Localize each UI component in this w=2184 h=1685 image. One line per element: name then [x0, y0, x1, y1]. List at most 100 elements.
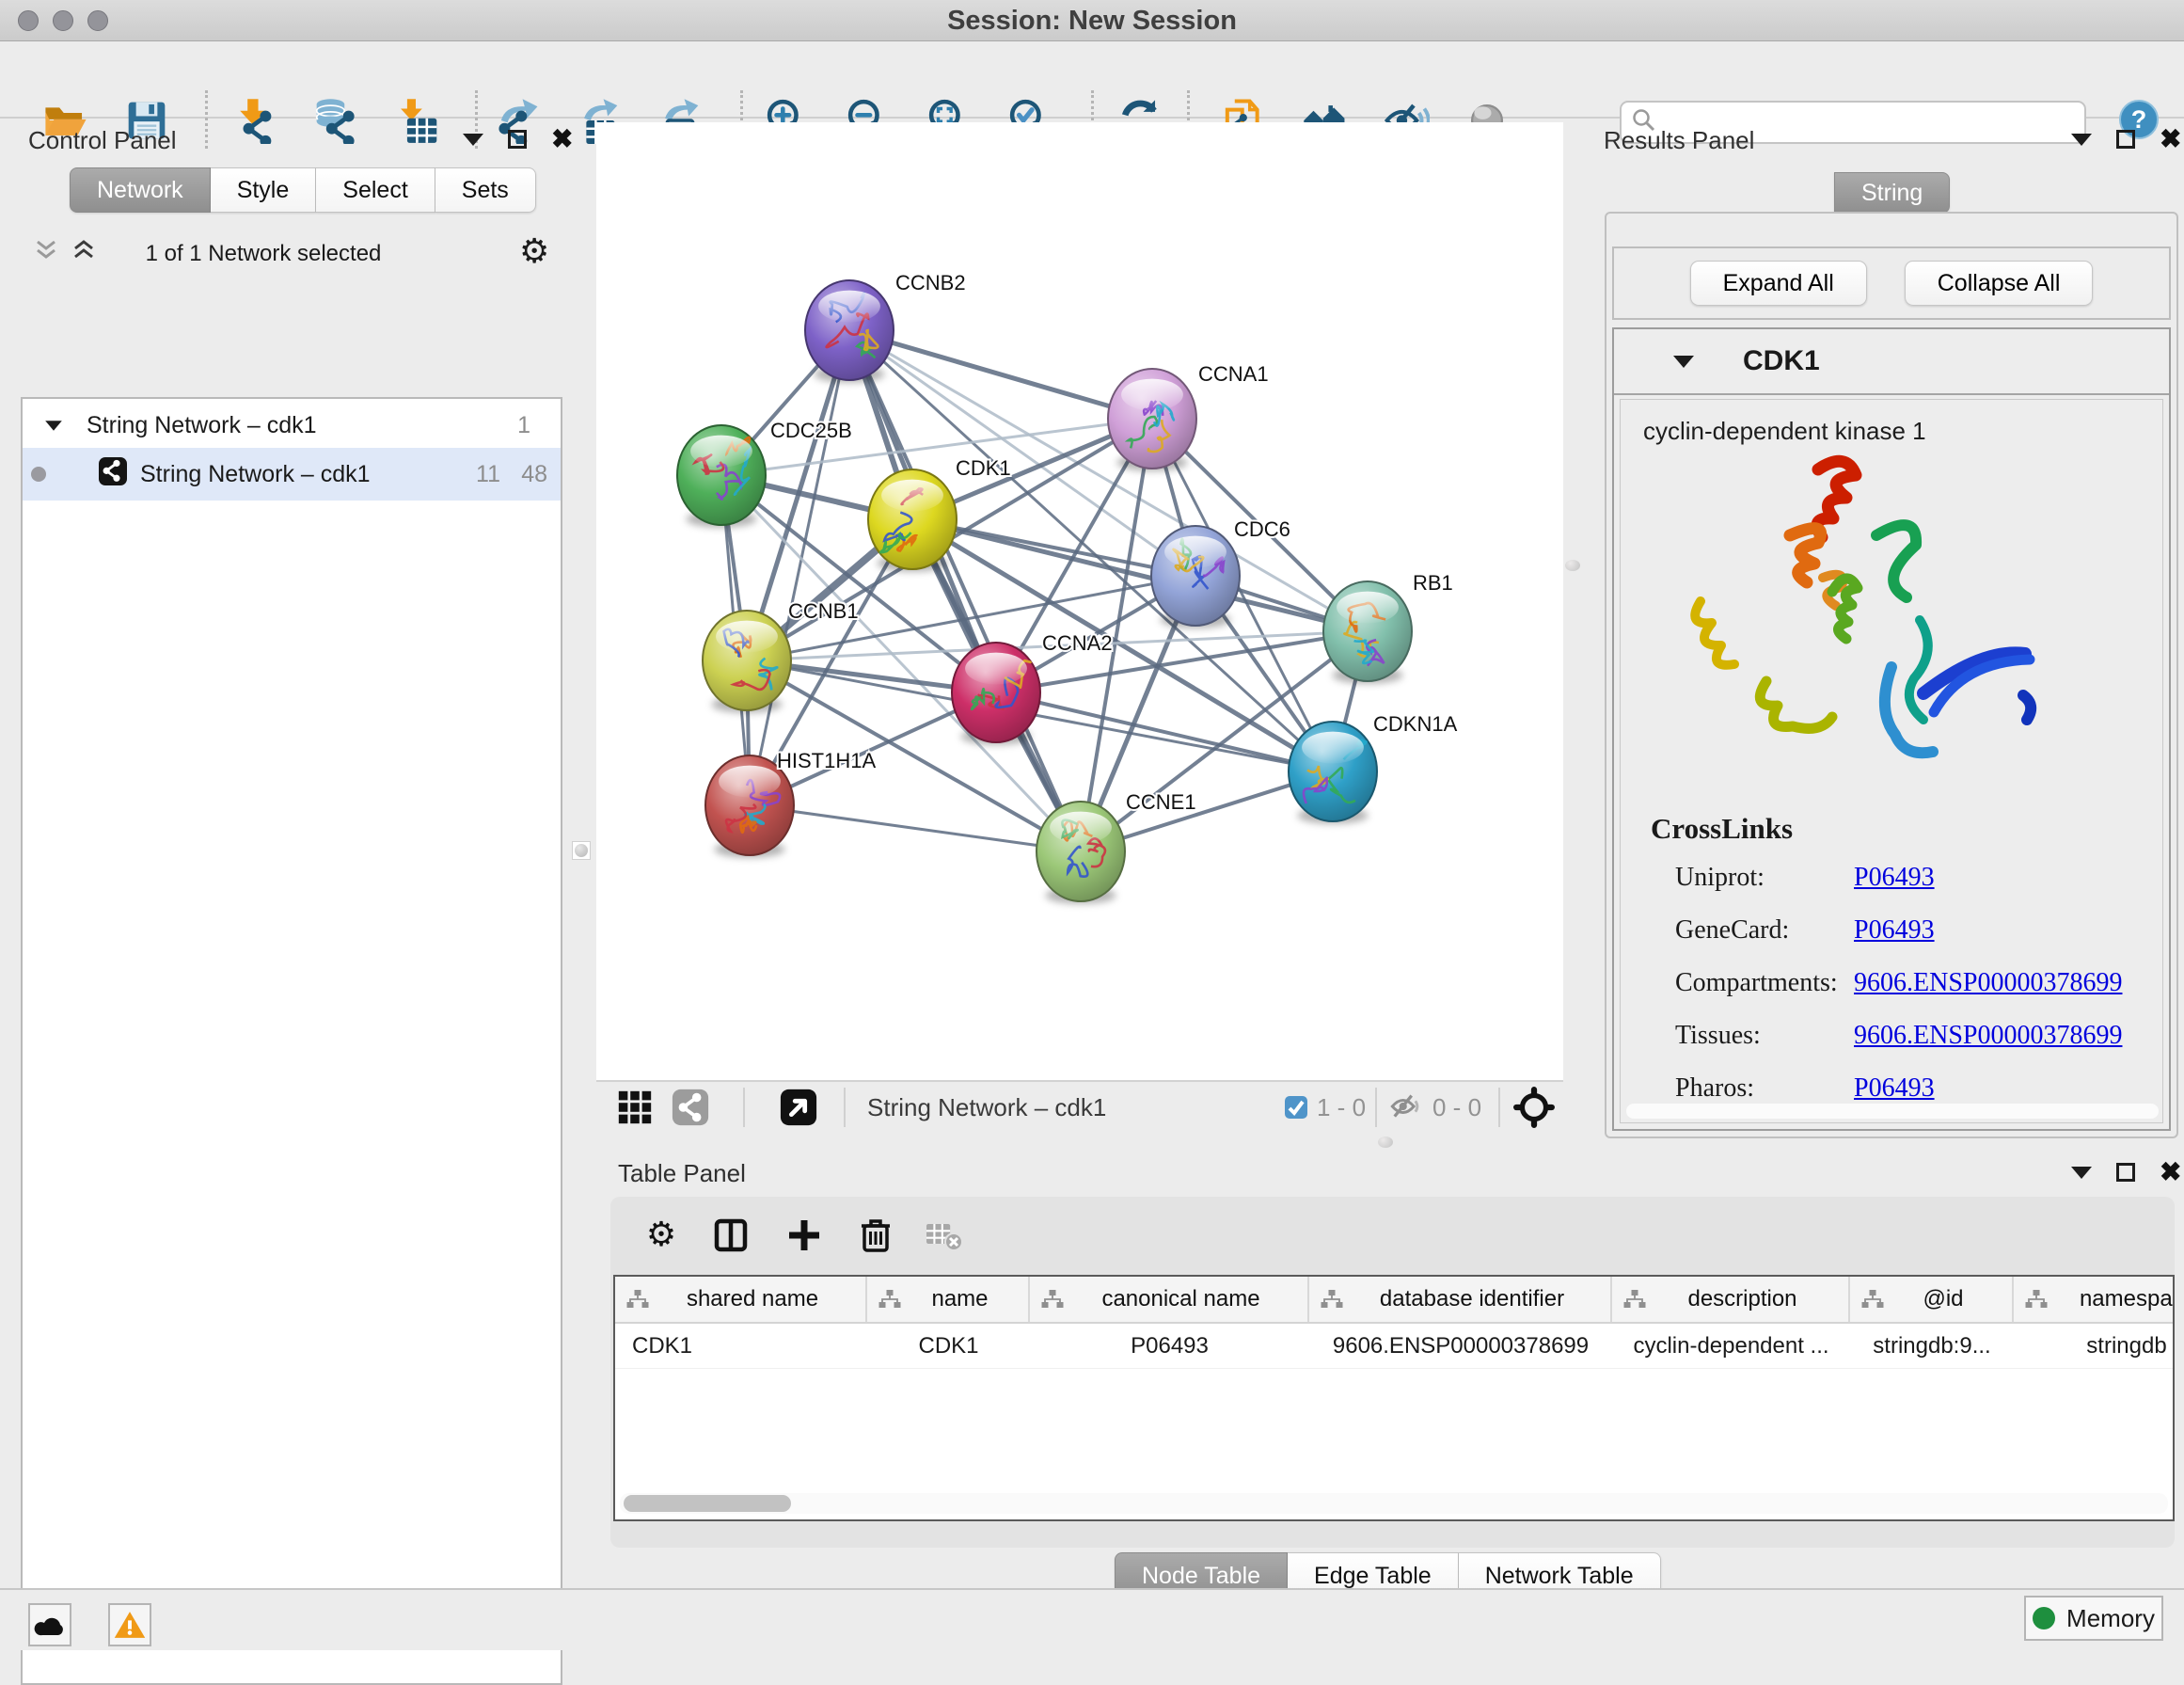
table-hscrollbar-thumb[interactable] — [624, 1495, 791, 1512]
crosslink-value-link[interactable]: 9606.ENSP00000378699 — [1854, 1021, 2122, 1051]
network-edge[interactable] — [849, 330, 1152, 419]
network-view-title: String Network – cdk1 — [867, 1093, 1106, 1122]
table-cell[interactable]: 9606.ENSP00000378699 — [1309, 1324, 1612, 1368]
network-node-CDKN1A[interactable]: CDKN1A — [1289, 712, 1458, 824]
right-splitter-handle[interactable] — [1565, 560, 1580, 571]
cloud-button[interactable] — [28, 1603, 71, 1646]
panel-menu-icon[interactable] — [2071, 134, 2092, 146]
crosslink-value-link[interactable]: P06493 — [1854, 1073, 1935, 1104]
table-cell[interactable]: CDK1 — [867, 1324, 1030, 1368]
network-edge[interactable] — [996, 692, 1333, 771]
crosslink-value-link[interactable]: 9606.ENSP00000378699 — [1854, 968, 2122, 998]
table-gear-icon: ⚙ — [641, 1215, 682, 1259]
network-tree: String Network – cdk1 1 String Network –… — [21, 397, 562, 1685]
gear-icon[interactable]: ⚙ — [519, 231, 549, 271]
svg-text:⚙: ⚙ — [646, 1215, 676, 1253]
panel-float-icon[interactable] — [2116, 1163, 2135, 1182]
tab-style[interactable]: Style — [211, 167, 317, 213]
network-selection-status: 1 of 1 Network selected — [0, 241, 527, 267]
network-node-CCNB2[interactable]: CCNB2 — [805, 271, 966, 383]
network-share-icon[interactable] — [671, 1088, 710, 1132]
column-header-database-identifier[interactable]: database identifier — [1309, 1277, 1612, 1322]
table-cell[interactable]: stringdb — [2014, 1324, 2175, 1368]
split-columns-button[interactable] — [704, 1212, 757, 1261]
network-edge[interactable] — [849, 330, 1081, 851]
table-hscrollbar[interactable] — [620, 1493, 2168, 1514]
crosslink-row: Compartments: 9606.ENSP00000378699 — [1675, 968, 2145, 998]
network-node-HIST1H1A[interactable]: HIST1H1A — [705, 749, 876, 858]
column-header-description[interactable]: description — [1612, 1277, 1850, 1322]
tab-string[interactable]: String — [1834, 172, 1950, 214]
selected-checkbox[interactable] — [1285, 1096, 1307, 1123]
crosshair-icon[interactable] — [1512, 1086, 1556, 1134]
detach-view-icon[interactable] — [779, 1088, 818, 1132]
panel-menu-icon[interactable] — [2071, 1167, 2092, 1179]
cloud-icon — [34, 1613, 66, 1637]
node-label: CCNE1 — [1126, 790, 1196, 814]
network-icon — [99, 457, 127, 492]
gene-details: cyclin-dependent kinase 1 CrossLinks Uni… — [1620, 399, 2163, 1123]
table-cell[interactable]: stringdb:9... — [1850, 1324, 2014, 1368]
network-node-RB1[interactable]: RB1 — [1323, 571, 1453, 684]
network-node-CCNE1[interactable]: CCNE1 — [1037, 790, 1196, 904]
panel-float-icon[interactable] — [508, 130, 527, 149]
tab-select[interactable]: Select — [316, 167, 435, 213]
table-cell[interactable]: CDK1 — [615, 1324, 867, 1368]
column-header-shared-name[interactable]: shared name — [615, 1277, 867, 1322]
network-view-toolbar: String Network – cdk1 1 - 0 0 - 0 — [596, 1080, 1563, 1131]
panel-close-icon[interactable]: ✖ — [551, 130, 573, 149]
birdseye-grid-icon[interactable] — [615, 1088, 655, 1132]
add-column-button[interactable] — [778, 1212, 831, 1261]
expand-all-button[interactable]: Expand All — [1690, 261, 1867, 306]
delete-column-button[interactable] — [849, 1212, 902, 1261]
crosslink-label: GeneCard: — [1675, 915, 1789, 945]
selected-count: 1 - 0 — [1317, 1093, 1366, 1122]
protein-structure-image — [1677, 441, 2091, 818]
crosslink-value-link[interactable]: P06493 — [1854, 915, 1935, 946]
results-hscrollbar[interactable] — [1626, 1104, 2159, 1119]
table-gear-button[interactable]: ⚙ — [635, 1212, 688, 1261]
column-header-canonical-name[interactable]: canonical name — [1030, 1277, 1309, 1322]
network-edge-count: 48 — [521, 461, 547, 488]
crosslink-label: Tissues: — [1675, 1021, 1761, 1050]
tab-sets[interactable]: Sets — [435, 167, 536, 213]
main-toolbar: ? — [0, 41, 2184, 119]
split-columns-icon — [710, 1215, 752, 1259]
table-row[interactable]: CDK1CDK1P064939606.ENSP00000378699cyclin… — [615, 1324, 2173, 1369]
network-label: String Network – cdk1 — [140, 461, 371, 488]
network-edge[interactable] — [750, 805, 1081, 851]
control-panel: Control Panel ✖ NetworkStyleSelectSets 1… — [0, 119, 581, 1588]
collection-expander-icon[interactable] — [45, 421, 62, 430]
network-row[interactable]: String Network – cdk1 11 48 — [23, 448, 561, 501]
network-collection-row[interactable]: String Network – cdk1 1 — [23, 403, 561, 448]
network-edge[interactable] — [750, 330, 849, 805]
node-label: CCNB1 — [788, 599, 859, 623]
node-label: HIST1H1A — [777, 749, 876, 772]
tab-network[interactable]: Network — [70, 167, 211, 213]
warning-button[interactable] — [108, 1603, 151, 1646]
table-cell[interactable]: P06493 — [1030, 1324, 1309, 1368]
node-label: CDK1 — [956, 456, 1011, 480]
gene-expander-icon[interactable] — [1673, 356, 1694, 368]
hidden-eye-icon — [1387, 1089, 1425, 1128]
table-cell[interactable]: cyclin-dependent ... — [1612, 1324, 1850, 1368]
node-label: CCNB2 — [895, 271, 966, 294]
column-header--id[interactable]: @id — [1850, 1277, 2014, 1322]
node-label: CDC25B — [770, 419, 852, 442]
window-title: Session: New Session — [0, 0, 2184, 41]
collapse-all-button[interactable]: Collapse All — [1905, 261, 2094, 306]
panel-menu-icon[interactable] — [463, 134, 483, 146]
network-canvas[interactable]: CCNB2 CCNA1 CDC25B CDK1 CDC6 RB1 CCNB1 — [596, 122, 1563, 1080]
column-header-name[interactable]: name — [867, 1277, 1030, 1322]
crosslink-value-link[interactable]: P06493 — [1854, 863, 1935, 893]
panel-close-icon[interactable]: ✖ — [2160, 1163, 2181, 1182]
memory-button[interactable]: Memory — [2024, 1596, 2163, 1641]
node-label: CCNA2 — [1042, 631, 1113, 655]
column-header-namespace[interactable]: namespace — [2014, 1277, 2175, 1322]
left-splitter-handle[interactable] — [572, 841, 591, 860]
panel-close-icon[interactable]: ✖ — [2160, 130, 2181, 149]
gene-header-row[interactable]: CDK1 — [1614, 329, 2169, 395]
results-controls: Expand All Collapse All — [1612, 246, 2171, 320]
status-bar: Memory — [0, 1588, 2184, 1650]
panel-float-icon[interactable] — [2116, 130, 2135, 149]
